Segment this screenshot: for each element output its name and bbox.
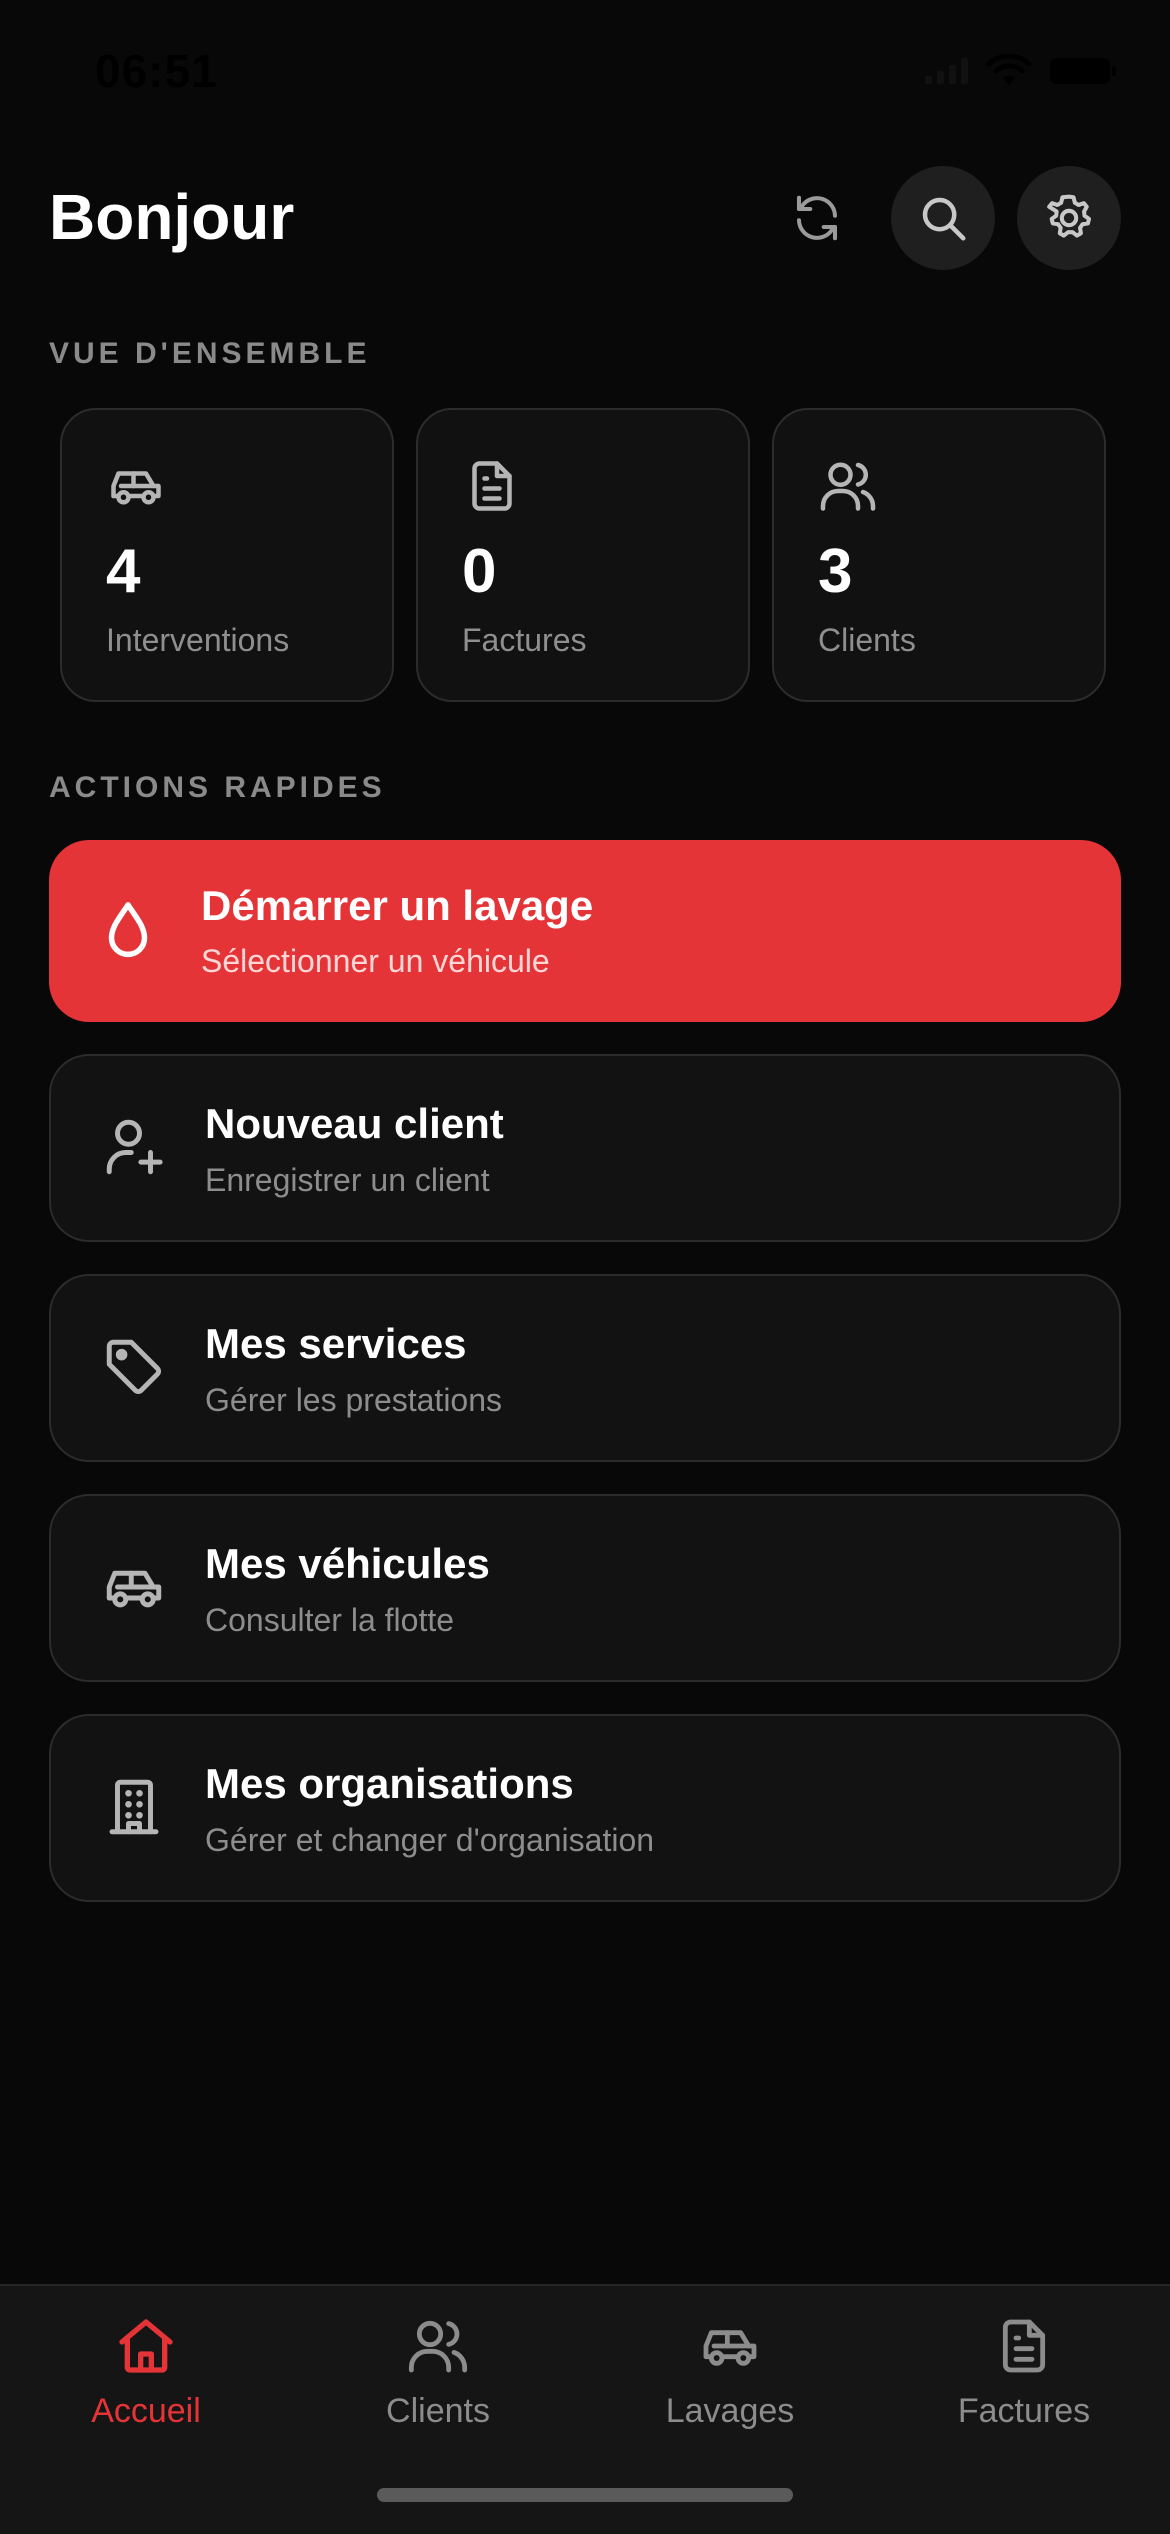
- droplet-icon: [108, 902, 148, 958]
- page-title: Bonjour: [49, 181, 295, 253]
- gear-icon: [1047, 194, 1092, 238]
- organisations-button[interactable]: Mes organisations Gérer et changer d'org…: [49, 1714, 1121, 1902]
- quick-actions-section-label: ACTIONS RAPIDES: [49, 771, 386, 804]
- car-icon: [703, 2330, 757, 2366]
- tab-lavages[interactable]: Lavages: [605, 2314, 855, 2431]
- status-icons: [925, 54, 1116, 88]
- action-title: Mes services: [205, 1320, 467, 1367]
- stat-value: 0: [462, 537, 497, 606]
- stat-value: 4: [106, 537, 141, 606]
- stat-card-factures[interactable]: 0 Factures: [416, 408, 750, 702]
- users-icon: [408, 2320, 468, 2373]
- action-title: Démarrer un lavage: [201, 882, 594, 929]
- stat-card-clients[interactable]: 3 Clients: [772, 408, 1106, 702]
- user-plus-icon: [106, 1119, 163, 1175]
- vehicles-button[interactable]: Mes véhicules Consulter la flotte: [49, 1494, 1121, 1682]
- status-bar: 06:51: [0, 0, 1170, 150]
- header-actions: [765, 166, 1121, 270]
- stat-value: 3: [818, 537, 853, 606]
- search-icon: [922, 197, 966, 241]
- document-icon: [1002, 2319, 1046, 2373]
- tab-label: Accueil: [91, 2392, 201, 2430]
- stat-card-interventions[interactable]: 4 Interventions: [60, 408, 394, 702]
- refresh-icon: [796, 195, 838, 241]
- overview-section-label: VUE D'ENSEMBLE: [49, 337, 371, 370]
- cellular-signal-icon: [925, 58, 968, 84]
- users-icon: [820, 462, 876, 511]
- tab-label: Factures: [957, 2392, 1091, 2430]
- tab-clients[interactable]: Clients: [313, 2314, 563, 2431]
- wifi-icon: [986, 54, 1032, 85]
- services-button[interactable]: Mes services Gérer les prestations: [49, 1274, 1121, 1462]
- car-icon: [106, 1570, 162, 1608]
- tab-factures[interactable]: Factures: [899, 2314, 1149, 2431]
- tab-label: Clients: [386, 2392, 490, 2430]
- stat-label: Interventions: [106, 622, 290, 658]
- car-icon: [111, 471, 161, 505]
- stat-label: Factures: [462, 622, 587, 658]
- action-subtitle: Consulter la flotte: [205, 1602, 455, 1638]
- action-title: Mes véhicules: [205, 1540, 490, 1587]
- battery-icon: [1050, 58, 1116, 84]
- building-icon: [109, 1779, 159, 1835]
- start-wash-button[interactable]: Démarrer un lavage Sélectionner un véhic…: [49, 840, 1121, 1022]
- tag-icon: [106, 1339, 161, 1394]
- new-client-button[interactable]: Nouveau client Enregistrer un client: [49, 1054, 1121, 1242]
- settings-button[interactable]: [1017, 166, 1121, 270]
- search-button[interactable]: [891, 166, 995, 270]
- tab-accueil[interactable]: Accueil: [21, 2314, 271, 2431]
- header: Bonjour: [49, 160, 1121, 280]
- home-icon: [119, 2319, 173, 2373]
- document-icon: [472, 461, 512, 511]
- action-title: Nouveau client: [205, 1100, 504, 1147]
- action-subtitle: Sélectionner un véhicule: [201, 943, 550, 979]
- tab-label: Lavages: [665, 2392, 795, 2430]
- stat-label: Clients: [818, 622, 916, 658]
- home-indicator[interactable]: [377, 2488, 793, 2502]
- action-subtitle: Gérer et changer d'organisation: [205, 1822, 655, 1858]
- action-subtitle: Enregistrer un client: [205, 1162, 490, 1198]
- action-title: Mes organisations: [205, 1760, 574, 1807]
- action-subtitle: Gérer les prestations: [205, 1382, 503, 1418]
- status-time: 06:51: [95, 45, 218, 97]
- overview-stats: 4 Interventions 0 Factures 3 Clients: [60, 408, 1106, 702]
- refresh-button[interactable]: [765, 166, 869, 270]
